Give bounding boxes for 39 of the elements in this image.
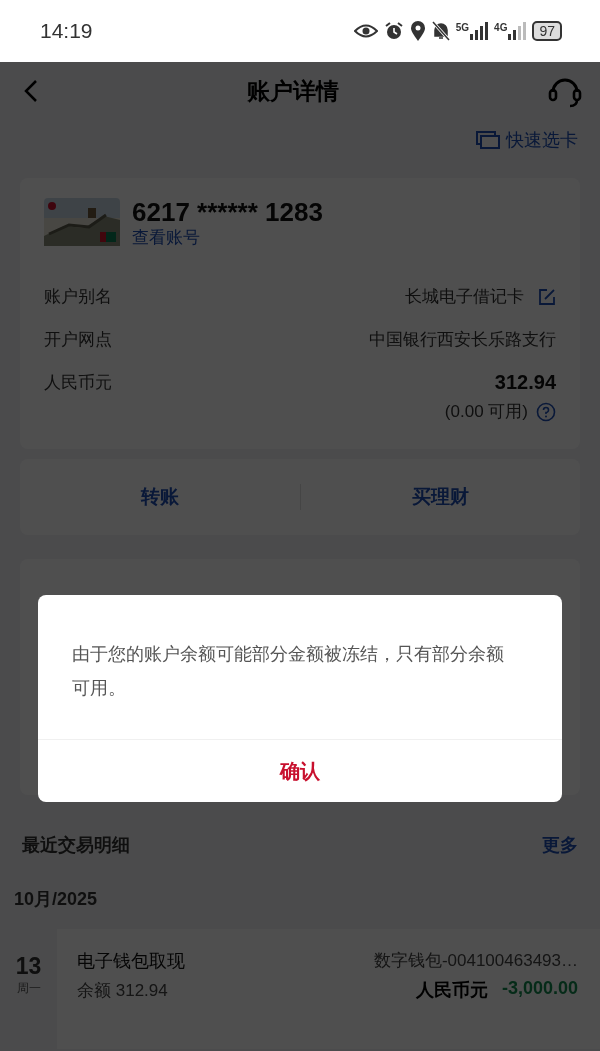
field-label: 账户别名 <box>44 286 112 308</box>
confirm-button[interactable]: 确认 <box>38 740 562 802</box>
page-title: 账户详情 <box>247 76 339 106</box>
currency: 人民币元 <box>415 979 488 1002</box>
field-value: 长城电子借记卡 <box>405 286 524 308</box>
dialog-message: 由于您的账户余额可能部分金额被冻结，只有部分余额可用。 <box>38 595 562 740</box>
location-icon <box>409 21 426 41</box>
eye-icon <box>353 24 378 38</box>
back-icon[interactable] <box>24 79 38 103</box>
bell-muted-icon <box>431 21 450 41</box>
more-link[interactable]: 更多 <box>542 833 578 857</box>
field-label: 开户网点 <box>44 329 112 351</box>
network-label: 4G <box>494 22 508 33</box>
alarm-icon <box>383 21 404 41</box>
day-number: 13 <box>15 953 42 980</box>
field-label: 人民币元 <box>44 372 112 394</box>
transaction-amount: -3,000.00 <box>501 978 578 1000</box>
cards-icon <box>476 131 500 149</box>
status-time: 14:19 <box>40 19 93 43</box>
edit-icon[interactable] <box>538 287 556 306</box>
help-icon[interactable] <box>536 401 556 422</box>
battery-indicator: 97 <box>532 21 562 41</box>
quick-card-link[interactable]: 快速选卡 <box>476 128 578 152</box>
month-label: 10月/2025 <box>13 888 99 911</box>
counterparty: 数字钱包-004100463493… <box>373 950 578 972</box>
transaction-title: 电子钱包取现 <box>77 950 185 973</box>
signal-icon <box>508 22 527 40</box>
field-value: 中国银行西安长乐路支行 <box>369 329 556 351</box>
card-number: 6217 ****** 1283 <box>132 198 323 226</box>
view-number-link[interactable]: 查看账号 <box>132 226 323 249</box>
action-button[interactable]: 买理财 <box>300 483 580 511</box>
action-button[interactable]: 转账 <box>20 483 300 511</box>
available-amount: (0.00 可用) <box>444 401 528 423</box>
balance-amount: 312.94 <box>494 371 556 394</box>
transaction-item[interactable]: 电子钱包取现 余额 312.94 数字钱包-004100463493… 人民币元 -3,000.00 <box>57 929 600 1049</box>
section-title: 最近交易明细 <box>22 834 130 857</box>
network-label: 5G <box>455 22 470 33</box>
transaction-balance: 余额 312.94 <box>77 980 169 1002</box>
signal-icon <box>470 22 489 40</box>
